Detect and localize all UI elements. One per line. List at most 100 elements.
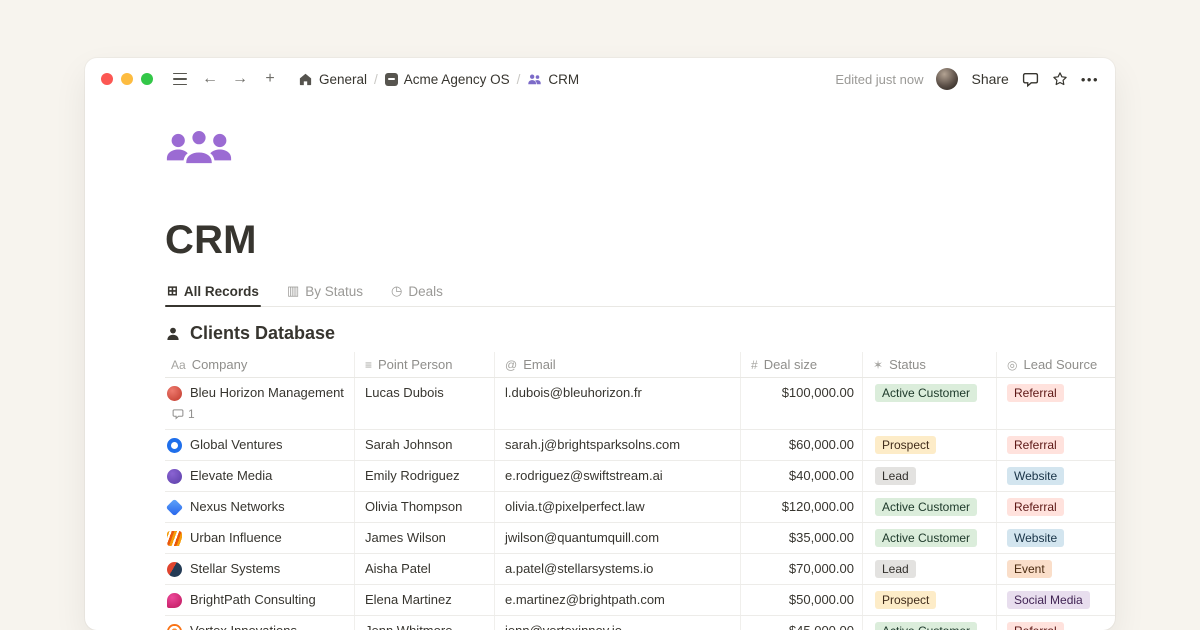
company-cell[interactable]: Bleu Horizon Management1	[165, 378, 355, 429]
status-cell[interactable]: Active Customer	[863, 523, 997, 553]
status-cell[interactable]: Prospect	[863, 430, 997, 460]
tab-all-records[interactable]: ⊞ All Records	[165, 280, 261, 306]
back-icon[interactable]: ←	[197, 66, 223, 92]
status-cell[interactable]: Active Customer	[863, 378, 997, 429]
column-header-company[interactable]: Aa Company	[165, 352, 355, 377]
breadcrumb-separator: /	[515, 72, 523, 87]
database-title: Clients Database	[190, 323, 335, 344]
forward-icon[interactable]: →	[227, 66, 253, 92]
email-cell[interactable]: a.patel@stellarsystems.io	[495, 554, 741, 584]
email-cell[interactable]: l.dubois@bleuhorizon.fr	[495, 378, 741, 429]
column-header-lead-source[interactable]: ◎ Lead Source	[997, 352, 1115, 377]
table-row[interactable]: Bleu Horizon Management1Lucas Duboisl.du…	[165, 378, 1115, 430]
point-person-cell[interactable]: Emily Rodriguez	[355, 461, 495, 491]
email-cell[interactable]: e.martinez@brightpath.com	[495, 585, 741, 615]
company-cell[interactable]: Urban Influence	[165, 523, 355, 553]
lead-source-cell[interactable]: Referral	[997, 378, 1115, 429]
company-name: Elevate Media	[190, 467, 272, 485]
table-row[interactable]: Urban InfluenceJames Wilsonjwilson@quant…	[165, 523, 1115, 554]
sidebar-toggle-icon[interactable]	[167, 66, 193, 92]
table-row[interactable]: Global Ventures Sarah Johnsonsarah.j@brig…	[165, 430, 1115, 461]
status-cell[interactable]: Prospect	[863, 585, 997, 615]
company-title: Vertex Innovations	[167, 622, 346, 630]
status-cell[interactable]: Active Customer	[863, 492, 997, 522]
deal-size-cell[interactable]: $70,000.00	[741, 554, 863, 584]
deal-size-cell[interactable]: $35,000.00	[741, 523, 863, 553]
point-person-cell[interactable]: Aisha Patel	[355, 554, 495, 584]
table-row[interactable]: Nexus Networks Olivia Thompsonolivia.t@pi…	[165, 492, 1115, 523]
status-cell[interactable]: Lead	[863, 554, 997, 584]
status-cell[interactable]: Active Customer	[863, 616, 997, 630]
company-name: Stellar Systems	[190, 560, 280, 578]
workspace-icon	[385, 73, 398, 86]
minimize-window-button[interactable]	[121, 73, 133, 85]
page-title: CRM	[165, 218, 1115, 262]
point-person-cell[interactable]: Elena Martinez	[355, 585, 495, 615]
column-header-deal-size[interactable]: # Deal size	[741, 352, 863, 377]
tab-deals[interactable]: ◷ Deals	[389, 280, 445, 306]
deal-size-cell[interactable]: $100,000.00	[741, 378, 863, 429]
company-logo-icon	[167, 624, 182, 630]
lead-source-cell[interactable]: Social Media	[997, 585, 1115, 615]
table-row[interactable]: Vertex Innovations Jenn Whitmorejenn@vert…	[165, 616, 1115, 630]
email-cell[interactable]: jwilson@quantumquill.com	[495, 523, 741, 553]
deal-size-cell[interactable]: $120,000.00	[741, 492, 863, 522]
column-header-status[interactable]: ✶ Status	[863, 352, 997, 377]
email-cell[interactable]: e.rodriguez@swiftstream.ai	[495, 461, 741, 491]
tab-by-status[interactable]: ▥ By Status	[285, 280, 365, 306]
company-title: Nexus Networks	[167, 498, 346, 516]
column-header-email[interactable]: @ Email	[495, 352, 741, 377]
tab-label: Deals	[408, 284, 443, 299]
text-type-icon: Aa	[171, 358, 186, 372]
deal-size-cell[interactable]: $60,000.00	[741, 430, 863, 460]
company-name: Global Ventures	[190, 436, 283, 454]
deal-size-cell[interactable]: $40,000.00	[741, 461, 863, 491]
lead-source-cell[interactable]: Referral	[997, 492, 1115, 522]
topbar-actions: Edited just now Share •••	[835, 68, 1099, 90]
email-cell[interactable]: jenn@vertexinnov.io	[495, 616, 741, 630]
more-options-icon[interactable]: •••	[1081, 72, 1099, 87]
company-cell[interactable]: Elevate Media	[165, 461, 355, 491]
avatar[interactable]	[936, 68, 958, 90]
breadcrumb-item-workspace[interactable]: Acme Agency OS	[380, 70, 515, 89]
zoom-window-button[interactable]	[141, 73, 153, 85]
deal-size-cell[interactable]: $45,000.00	[741, 616, 863, 630]
deal-size-cell[interactable]: $50,000.00	[741, 585, 863, 615]
company-cell[interactable]: Nexus Networks	[165, 492, 355, 522]
company-cell[interactable]: BrightPath Consulting	[165, 585, 355, 615]
lead-source-badge: Event	[1007, 560, 1052, 578]
people-page-icon[interactable]	[165, 126, 233, 172]
lead-source-cell[interactable]: Website	[997, 523, 1115, 553]
email-cell[interactable]: sarah.j@brightsparksolns.com	[495, 430, 741, 460]
table-row[interactable]: Stellar Systems Aisha Patela.patel@stella…	[165, 554, 1115, 585]
breadcrumb-item-crm[interactable]: CRM	[522, 70, 584, 89]
point-person-cell[interactable]: Sarah Johnson	[355, 430, 495, 460]
comments-icon[interactable]	[1022, 71, 1039, 88]
new-page-icon[interactable]: +	[257, 66, 283, 92]
company-logo-icon	[167, 593, 182, 608]
lead-source-cell[interactable]: Event	[997, 554, 1115, 584]
lead-source-cell[interactable]: Referral	[997, 430, 1115, 460]
column-header-point-person[interactable]: ≡ Point Person	[355, 352, 495, 377]
company-cell[interactable]: Global Ventures	[165, 430, 355, 460]
email-property-icon: @	[505, 358, 517, 372]
status-cell[interactable]: Lead	[863, 461, 997, 491]
email-cell[interactable]: olivia.t@pixelperfect.law	[495, 492, 741, 522]
point-person-cell[interactable]: Olivia Thompson	[355, 492, 495, 522]
table-row[interactable]: Elevate Media Emily Rodrigueze.rodriguez@…	[165, 461, 1115, 492]
company-title: Global Ventures	[167, 436, 346, 454]
table-row[interactable]: BrightPath Consulting Elena Martineze.mar…	[165, 585, 1115, 616]
breadcrumb-item-general[interactable]: General	[293, 70, 372, 89]
company-cell[interactable]: Vertex Innovations	[165, 616, 355, 630]
close-window-button[interactable]	[101, 73, 113, 85]
company-cell[interactable]: Stellar Systems	[165, 554, 355, 584]
comment-indicator: 1	[167, 405, 346, 423]
point-person-cell[interactable]: Jenn Whitmore	[355, 616, 495, 630]
share-button[interactable]: Share	[971, 71, 1008, 87]
point-person-cell[interactable]: Lucas Dubois	[355, 378, 495, 429]
point-person-cell[interactable]: James Wilson	[355, 523, 495, 553]
favorite-star-icon[interactable]	[1052, 71, 1068, 87]
lead-source-cell[interactable]: Referral	[997, 616, 1115, 630]
company-title: BrightPath Consulting	[167, 591, 346, 609]
lead-source-cell[interactable]: Website	[997, 461, 1115, 491]
